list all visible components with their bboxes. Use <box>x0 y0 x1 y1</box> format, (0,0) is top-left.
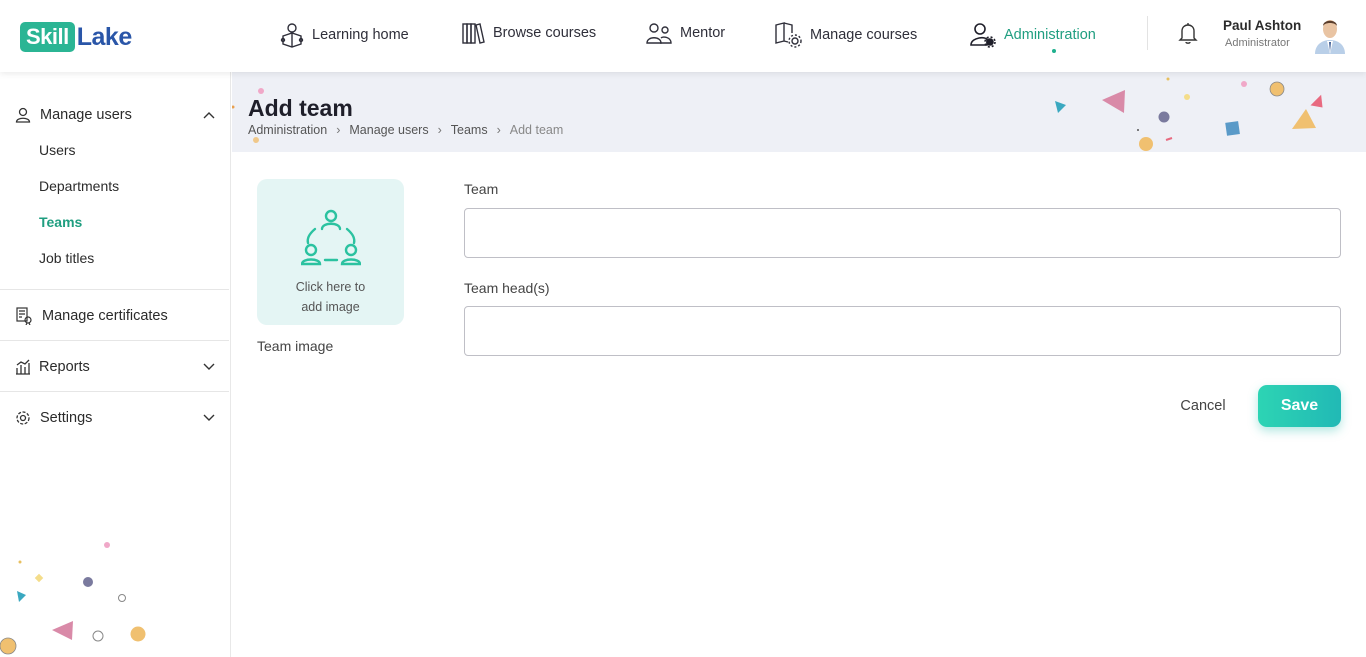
sidebar-manage-certificates[interactable]: Manage certificates <box>0 305 229 327</box>
breadcrumb-separator: › <box>437 123 442 137</box>
active-indicator-dot <box>1052 49 1056 53</box>
team-head-field-label: Team head(s) <box>464 280 550 296</box>
sidebar-divider <box>0 340 229 341</box>
sidebar-item-users[interactable]: Users <box>39 142 76 158</box>
logo-skill: Skill <box>20 22 75 52</box>
sidebar-divider <box>0 391 229 392</box>
breadcrumb-manage-users[interactable]: Manage users <box>349 123 428 137</box>
breadcrumb-separator: › <box>496 123 501 137</box>
confetti-decoration <box>0 542 146 655</box>
books-icon <box>462 23 485 44</box>
page-header-band <box>232 72 1366 152</box>
page-title: Add team <box>248 95 353 121</box>
sidebar-section-label: Manage certificates <box>42 308 168 324</box>
reports-chart-icon <box>16 359 30 375</box>
sidebar-item-teams[interactable]: Teams <box>39 214 82 230</box>
team-head-input[interactable] <box>464 306 1341 356</box>
team-field-label: Team <box>464 181 499 197</box>
certificate-icon <box>16 307 32 325</box>
nav-label: Browse courses <box>493 25 597 41</box>
sidebar-item-job-titles[interactable]: Job titles <box>39 250 94 266</box>
user-icon <box>15 107 31 123</box>
notifications-bell-icon[interactable] <box>1178 22 1198 49</box>
user-role: Administrator <box>1225 37 1290 49</box>
nav-browse-courses[interactable]: Browse courses <box>461 18 596 48</box>
skilllake-logo[interactable]: Skill Lake <box>20 22 132 52</box>
sidebar-section-label: Manage users <box>40 107 132 123</box>
sidebar-reports[interactable]: Reports <box>0 356 229 378</box>
breadcrumb-administration[interactable]: Administration <box>248 123 327 137</box>
nav-learning-home[interactable]: Learning home <box>280 20 409 50</box>
chevron-up-icon[interactable] <box>202 110 216 120</box>
nav-label: Administration <box>1004 27 1096 43</box>
breadcrumb-teams[interactable]: Teams <box>451 123 488 137</box>
nav-mentor[interactable]: Mentor <box>646 18 725 48</box>
user-name[interactable]: Paul Ashton <box>1223 18 1301 33</box>
cancel-button[interactable]: Cancel <box>1160 389 1246 423</box>
mentor-icon <box>646 23 672 44</box>
chevron-down-icon[interactable] <box>202 362 216 372</box>
sidebar-item-departments[interactable]: Departments <box>39 178 119 194</box>
team-input[interactable] <box>464 208 1341 258</box>
sidebar: Manage users Users Departments Teams Job… <box>0 72 231 657</box>
chevron-down-icon[interactable] <box>202 413 216 423</box>
image-hint-line: Click here to <box>295 280 366 294</box>
image-hint-line: add image <box>301 300 360 314</box>
nav-label: Learning home <box>312 27 409 43</box>
header-divider <box>1147 16 1148 50</box>
save-button[interactable]: Save <box>1258 385 1341 427</box>
nav-label: Manage courses <box>810 27 918 43</box>
sidebar-manage-users[interactable]: Manage users <box>0 104 229 126</box>
nav-label: Mentor <box>680 25 726 41</box>
nav-manage-courses[interactable]: Manage courses <box>774 20 917 50</box>
sidebar-section-label: Reports <box>39 359 90 375</box>
sidebar-settings[interactable]: Settings <box>0 407 229 429</box>
image-hint: Click here to add image <box>257 277 404 317</box>
breadcrumb-current: Add team <box>509 123 564 137</box>
avatar[interactable] <box>1311 14 1349 54</box>
team-image-label: Team image <box>257 338 334 354</box>
sidebar-section-label: Settings <box>40 410 93 426</box>
nav-administration[interactable]: Administration <box>970 20 1096 50</box>
team-image-upload[interactable]: Click here to add image <box>257 179 404 325</box>
confetti-decoration <box>232 77 1323 151</box>
top-bar: Skill Lake Learning home Browse courses … <box>0 0 1366 72</box>
team-group-icon <box>301 209 361 266</box>
admin-user-gear-icon <box>970 23 996 48</box>
learning-home-icon <box>280 23 304 48</box>
logo-lake: Lake <box>76 22 132 51</box>
gear-icon <box>16 411 30 425</box>
breadcrumb-separator: › <box>336 123 341 137</box>
sidebar-divider <box>0 289 229 290</box>
manage-courses-icon <box>775 22 802 48</box>
breadcrumb: Administration › Manage users › Teams › … <box>248 123 563 137</box>
